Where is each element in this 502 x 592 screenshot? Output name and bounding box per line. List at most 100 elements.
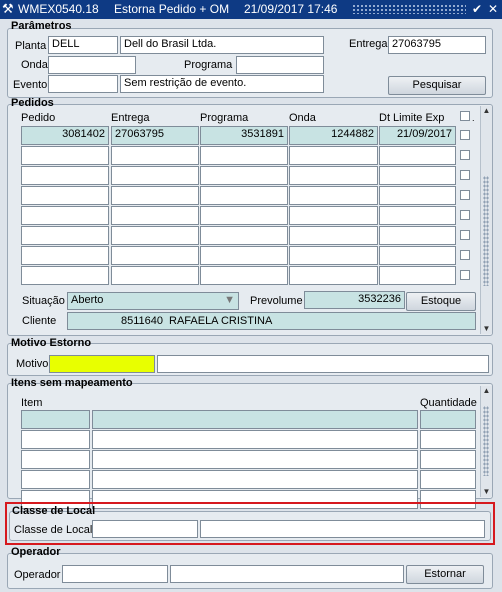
- pedido-cell-programa[interactable]: [200, 246, 288, 265]
- programa-field[interactable]: [236, 56, 324, 74]
- prevolume-field[interactable]: 3532236: [304, 291, 405, 309]
- motivo-label: Motivo: [16, 358, 49, 370]
- col-header-programa: Programa: [200, 112, 249, 124]
- pedido-cell-pedido[interactable]: [21, 266, 109, 285]
- close-icon[interactable]: ✕: [488, 2, 498, 16]
- pedido-cell-dt-limite-exp[interactable]: [379, 186, 456, 205]
- pedido-cell-pedido[interactable]: 3081402: [21, 126, 109, 145]
- pedido-cell-programa[interactable]: 3531891: [200, 126, 288, 145]
- scroll-down-icon[interactable]: ▼: [481, 487, 492, 497]
- minimize-icon[interactable]: ✔: [472, 2, 482, 16]
- itens-cell-quantidade[interactable]: [420, 430, 476, 449]
- pedido-cell-entrega[interactable]: [111, 166, 199, 185]
- pedido-cell-dt-limite-exp[interactable]: [379, 206, 456, 225]
- pedido-cell-programa[interactable]: [200, 226, 288, 245]
- row-select-checkbox[interactable]: [460, 270, 470, 280]
- itens-cell-descricao[interactable]: [92, 470, 418, 489]
- onda-field[interactable]: [48, 56, 136, 74]
- select-all-checkbox[interactable]: [460, 111, 470, 121]
- evento-code-field[interactable]: [48, 75, 118, 93]
- pedido-cell-dt-limite-exp[interactable]: [379, 166, 456, 185]
- scroll-up-icon[interactable]: ▲: [481, 106, 492, 116]
- col-header-onda: Onda: [289, 112, 316, 124]
- itens-cell-quantidade[interactable]: [420, 450, 476, 469]
- motivo-desc-field[interactable]: [157, 355, 489, 373]
- pedido-cell-pedido[interactable]: [21, 166, 109, 185]
- pesquisar-button[interactable]: Pesquisar: [388, 76, 486, 95]
- pedido-cell-programa[interactable]: [200, 166, 288, 185]
- planta-code-field[interactable]: DELL: [48, 36, 118, 54]
- estornar-button[interactable]: Estornar: [406, 565, 484, 584]
- cliente-field[interactable]: 8511640 RAFAELA CRISTINA: [67, 312, 476, 330]
- itens-cell-descricao[interactable]: [92, 450, 418, 469]
- classe-local-code-field[interactable]: [92, 520, 198, 538]
- app-code: WMEX0540.18: [18, 2, 99, 16]
- estoque-button[interactable]: Estoque: [406, 292, 476, 311]
- itens-cell-item[interactable]: [21, 450, 90, 469]
- situacao-select[interactable]: Aberto ▼: [67, 292, 239, 310]
- pedido-cell-onda[interactable]: [289, 246, 378, 265]
- pedido-cell-entrega[interactable]: [111, 146, 199, 165]
- pedido-cell-onda[interactable]: [289, 186, 378, 205]
- pedido-cell-onda[interactable]: [289, 146, 378, 165]
- classe-local-desc-field[interactable]: [200, 520, 485, 538]
- scroll-thumb[interactable]: [483, 176, 489, 286]
- itens-cell-quantidade[interactable]: [420, 470, 476, 489]
- pedidos-title: Pedidos: [11, 97, 54, 109]
- pedido-cell-onda[interactable]: [289, 206, 378, 225]
- pedido-cell-dt-limite-exp[interactable]: [379, 246, 456, 265]
- pedido-cell-dt-limite-exp[interactable]: [379, 146, 456, 165]
- pedido-cell-programa[interactable]: [200, 206, 288, 225]
- pedido-cell-pedido[interactable]: [21, 246, 109, 265]
- pedido-cell-programa[interactable]: [200, 186, 288, 205]
- pedido-cell-entrega[interactable]: [111, 226, 199, 245]
- scroll-thumb[interactable]: [483, 406, 489, 476]
- title-bar: ⚒ WMEX0540.18 Estorna Pedido + OM 21/09/…: [0, 0, 502, 19]
- row-select-checkbox[interactable]: [460, 170, 470, 180]
- itens-cell-item[interactable]: [21, 470, 90, 489]
- pedido-cell-pedido[interactable]: [21, 206, 109, 225]
- pedido-cell-entrega[interactable]: [111, 266, 199, 285]
- pedido-cell-entrega[interactable]: 27063795: [111, 126, 199, 145]
- pedido-cell-dt-limite-exp[interactable]: [379, 226, 456, 245]
- evento-desc-field[interactable]: Sem restrição de evento.: [120, 75, 324, 93]
- row-select-checkbox[interactable]: [460, 210, 470, 220]
- itens-scrollbar[interactable]: ▲ ▼: [480, 386, 492, 497]
- onda-label: Onda: [21, 59, 48, 71]
- itens-cell-descricao[interactable]: [92, 410, 418, 429]
- pedido-cell-onda[interactable]: 1244882: [289, 126, 378, 145]
- pedido-cell-pedido[interactable]: [21, 186, 109, 205]
- pedido-cell-onda[interactable]: [289, 166, 378, 185]
- pedido-cell-programa[interactable]: [200, 146, 288, 165]
- itens-title: Itens sem mapeamento: [11, 377, 133, 389]
- pedido-cell-entrega[interactable]: [111, 186, 199, 205]
- chevron-down-icon[interactable]: ▼: [224, 294, 235, 306]
- pedido-cell-onda[interactable]: [289, 226, 378, 245]
- row-select-checkbox[interactable]: [460, 150, 470, 160]
- motivo-code-field[interactable]: [49, 355, 155, 373]
- pedido-cell-programa[interactable]: [200, 266, 288, 285]
- scroll-down-icon[interactable]: ▼: [481, 324, 492, 334]
- operador-name-field[interactable]: [170, 565, 404, 583]
- itens-cell-descricao[interactable]: [92, 430, 418, 449]
- pedido-cell-onda[interactable]: [289, 266, 378, 285]
- pedido-cell-pedido[interactable]: [21, 146, 109, 165]
- prevolume-label: Prevolume: [250, 295, 303, 307]
- pedido-cell-dt-limite-exp[interactable]: 21/09/2017: [379, 126, 456, 145]
- planta-name-field[interactable]: Dell do Brasil Ltda.: [120, 36, 324, 54]
- scroll-up-icon[interactable]: ▲: [481, 386, 492, 396]
- itens-cell-item[interactable]: [21, 410, 90, 429]
- operador-code-field[interactable]: [62, 565, 168, 583]
- pedido-cell-entrega[interactable]: [111, 206, 199, 225]
- pedido-cell-pedido[interactable]: [21, 226, 109, 245]
- row-select-checkbox[interactable]: [460, 230, 470, 240]
- row-select-checkbox[interactable]: [460, 190, 470, 200]
- itens-cell-item[interactable]: [21, 430, 90, 449]
- pedido-cell-dt-limite-exp[interactable]: [379, 266, 456, 285]
- row-select-checkbox[interactable]: [460, 250, 470, 260]
- pedido-cell-entrega[interactable]: [111, 246, 199, 265]
- entrega-field[interactable]: 27063795: [388, 36, 486, 54]
- row-select-checkbox[interactable]: [460, 130, 470, 140]
- itens-cell-quantidade[interactable]: [420, 410, 476, 429]
- pedidos-scrollbar[interactable]: ▲ ▼: [480, 106, 492, 334]
